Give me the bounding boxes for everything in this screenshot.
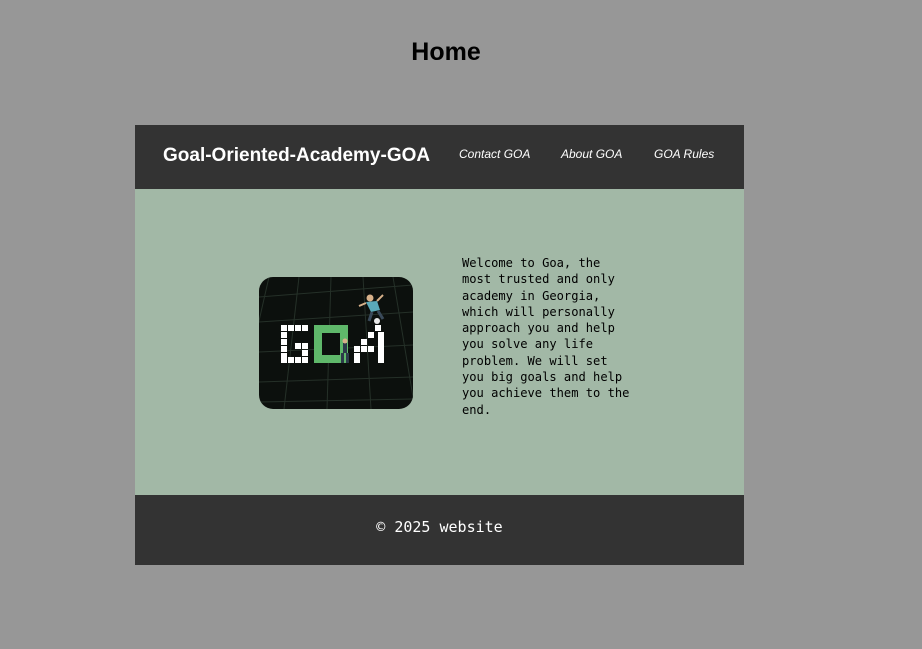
page-title: Home	[411, 38, 481, 66]
website-frame: Goal-Oriented-Academy-GOA Contact GOA Ab…	[135, 125, 744, 565]
copyright-text: © 2025 website	[376, 518, 503, 536]
nav-link-rules[interactable]: GOA Rules	[654, 147, 714, 161]
footer: © 2025 website	[135, 495, 744, 565]
nav-link-about[interactable]: About GOA	[561, 147, 622, 161]
welcome-text: Welcome to Goa, the most trusted and onl…	[462, 256, 630, 417]
nav-link-contact[interactable]: Contact GOA	[459, 147, 530, 161]
goa-logo-image	[259, 277, 413, 409]
brand-title[interactable]: Goal-Oriented-Academy-GOA	[163, 145, 430, 167]
navbar: Goal-Oriented-Academy-GOA Contact GOA Ab…	[135, 125, 744, 189]
goa-logo-icon	[259, 277, 413, 409]
